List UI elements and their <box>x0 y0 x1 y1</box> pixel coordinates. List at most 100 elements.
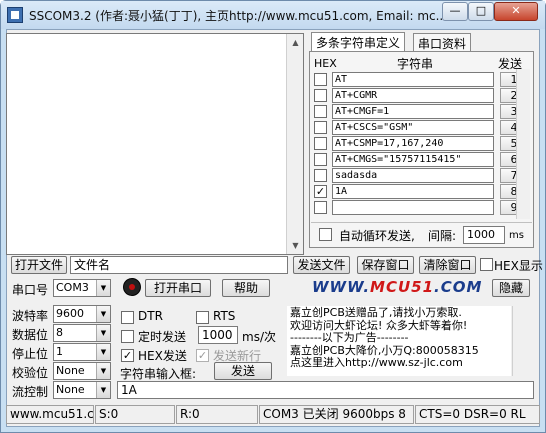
parity-value: None <box>56 364 85 377</box>
stopbits-value: 1 <box>56 345 63 358</box>
parity-select[interactable]: None ▼ <box>53 362 111 380</box>
ad-line: 点这里进入http://www.sz-jlc.com <box>290 356 463 369</box>
hex-display-checkbox[interactable] <box>480 258 493 271</box>
chevron-down-icon: ▼ <box>96 344 110 360</box>
port-status-indicator-icon <box>123 278 141 296</box>
rts-checkbox[interactable] <box>196 311 209 324</box>
mcu51-logo: WWW.MCU51.COM <box>312 278 483 296</box>
stopbits-label: 停止位 <box>12 347 49 361</box>
chevron-down-icon: ▼ <box>96 363 110 379</box>
interval-label: 间隔: <box>428 229 457 243</box>
auto-loop-checkbox[interactable] <box>319 228 332 241</box>
chevron-down-icon: ▼ <box>96 306 110 322</box>
row-hex-checkbox[interactable] <box>314 89 327 102</box>
string-input-field[interactable]: 1A <box>117 381 534 399</box>
ad-panel[interactable]: 嘉立创PCB送赠品了,请找小万索取. 欢迎访问大虾论坛! 众多大虾等着你! --… <box>287 306 511 376</box>
hex-send-checkbox[interactable]: ✓ <box>121 349 134 362</box>
databits-value: 8 <box>56 326 63 339</box>
row-hex-checkbox[interactable] <box>314 73 327 86</box>
dtr-checkbox[interactable] <box>121 311 134 324</box>
period-unit: ms/次 <box>242 330 276 344</box>
row-hex-checkbox[interactable] <box>314 169 327 182</box>
minimize-button[interactable]: — <box>442 2 468 21</box>
auto-loop-label: 自动循环发送, <box>339 229 415 243</box>
title-bar[interactable]: SSCOM3.2 (作者:聂小猛(丁丁), 主页http://www.mcu51… <box>1 1 545 29</box>
ad-scrollbar[interactable] <box>512 306 527 376</box>
status-website[interactable]: www.mcu51.cor <box>6 405 94 424</box>
flow-select[interactable]: None ▼ <box>53 381 111 399</box>
save-window-button[interactable]: 保存窗口 <box>357 256 414 274</box>
dtr-label: DTR <box>138 309 163 323</box>
send-button[interactable]: 发送 <box>214 362 272 380</box>
port-label: 串口号 <box>12 283 49 297</box>
row-string-input[interactable] <box>332 200 494 215</box>
row-hex-checkbox[interactable] <box>314 137 327 150</box>
interval-input[interactable]: 1000 <box>463 226 505 244</box>
row-string-input[interactable]: AT+CSMP=17,167,240 <box>332 136 494 151</box>
period-input[interactable]: 1000 <box>198 326 238 344</box>
row-string-input[interactable]: AT+CMGF=1 <box>332 104 494 119</box>
strings-scrollbar[interactable] <box>516 69 530 219</box>
string-column-header: 字符串 <box>397 57 434 71</box>
row-hex-checkbox[interactable] <box>314 201 327 214</box>
status-received: R:0 <box>176 405 258 424</box>
chevron-down-icon: ▼ <box>96 382 110 398</box>
status-port-state: COM3 已关闭 9600bps 8 <box>259 405 414 424</box>
open-file-button[interactable]: 打开文件 <box>11 256 67 274</box>
app-icon <box>7 7 23 23</box>
maximize-button[interactable]: □ <box>468 2 494 21</box>
hide-button[interactable]: 隐藏 <box>492 279 530 297</box>
row-string-input[interactable]: AT+CSCS="GSM" <box>332 120 494 135</box>
rts-label: RTS <box>213 309 236 323</box>
databits-select[interactable]: 8 ▼ <box>53 324 111 342</box>
baud-label: 波特率 <box>12 309 49 323</box>
help-button[interactable]: 帮助 <box>222 279 270 297</box>
chevron-down-icon: ▼ <box>96 325 110 341</box>
receive-scrollbar[interactable]: ▲ ▼ <box>286 34 303 254</box>
open-port-button[interactable]: 打开串口 <box>145 279 211 297</box>
row-string-input[interactable]: AT <box>332 72 494 87</box>
ad-line: 嘉立创PCB送赠品了,请找小万索取. <box>290 306 462 319</box>
window-title: SSCOM3.2 (作者:聂小猛(丁丁), 主页http://www.mcu51… <box>29 9 448 23</box>
scroll-up-icon[interactable]: ▲ <box>287 34 304 51</box>
hex-display-label: HEX显示 <box>494 259 543 273</box>
tab-port-info[interactable]: 串口资料 <box>413 33 472 52</box>
port-select[interactable]: COM3 ▼ <box>53 279 111 297</box>
hex-column-header: HEX <box>314 57 337 70</box>
tab-content: HEX 字符串 发送 AT 1 AT+CGMR 2 AT+CMGF=1 3 AT+CSCS=… <box>309 51 534 248</box>
timed-send-checkbox[interactable] <box>121 330 134 343</box>
scroll-down-icon[interactable]: ▼ <box>287 237 304 254</box>
interval-unit: ms <box>509 230 524 241</box>
port-value: COM3 <box>56 281 89 294</box>
status-signals: CTS=0 DSR=0 RL <box>415 405 540 424</box>
status-sent: S:0 <box>95 405 175 424</box>
multi-string-panel: 多条字符串定义 串口资料 HEX 字符串 发送 AT 1 AT+CGMR 2 AT+CM… <box>309 32 534 248</box>
flow-label: 流控制 <box>12 385 49 399</box>
chevron-down-icon: ▼ <box>96 280 110 296</box>
row-hex-checkbox[interactable]: ✓ <box>314 185 327 198</box>
stopbits-select[interactable]: 1 ▼ <box>53 343 111 361</box>
close-button[interactable]: ✕ <box>494 2 538 21</box>
string-input-label: 字符串输入框: <box>120 367 197 381</box>
tab-multi-string[interactable]: 多条字符串定义 <box>311 32 406 52</box>
row-string-input[interactable]: AT+CMGS="15757115415" <box>332 152 494 167</box>
baud-select[interactable]: 9600 ▼ <box>53 305 111 323</box>
receive-textarea[interactable]: ▲ ▼ <box>6 33 304 255</box>
row-string-input[interactable]: AT+CGMR <box>332 88 494 103</box>
row-string-input[interactable]: 1A <box>332 184 494 199</box>
row-hex-checkbox[interactable] <box>314 121 327 134</box>
clear-window-button[interactable]: 清除窗口 <box>419 256 476 274</box>
file-name-input[interactable]: 文件名 <box>70 256 288 274</box>
hex-send-label: HEX发送 <box>138 349 187 363</box>
parity-label: 校验位 <box>12 366 49 380</box>
row-string-input[interactable]: sadasda <box>332 168 494 183</box>
send-newline-checkbox[interactable]: ✓ <box>196 349 209 362</box>
row-hex-checkbox[interactable] <box>314 105 327 118</box>
row-hex-checkbox[interactable] <box>314 153 327 166</box>
baud-value: 9600 <box>56 307 84 320</box>
send-file-button[interactable]: 发送文件 <box>293 256 350 274</box>
loop-send-bar: 自动循环发送, 间隔: 1000 ms <box>311 222 532 246</box>
databits-label: 数据位 <box>12 328 49 342</box>
timed-send-label: 定时发送 <box>138 330 187 344</box>
serial-settings: 波特率 9600 ▼ 数据位 8 ▼ 停止位 1 ▼ 校验位 None ▼ 流控制 No… <box>10 305 113 399</box>
